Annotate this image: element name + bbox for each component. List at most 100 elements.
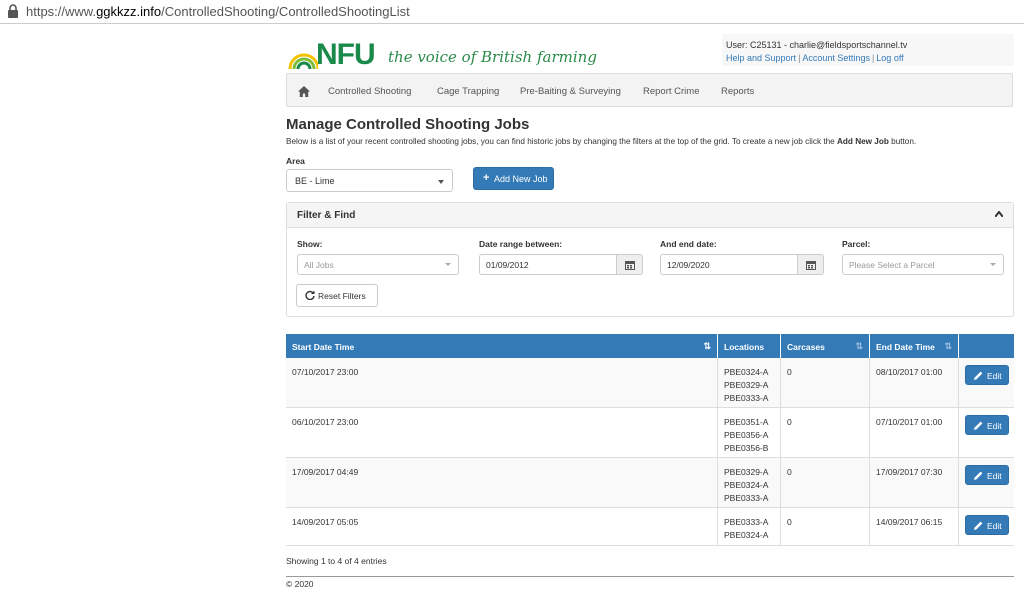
table-row: 17/09/2017 04:49 PBE0329-A PBE0324-A PBE03… [286,458,1014,508]
carcases-text: 0 [787,367,792,377]
main-nav: Controlled Shooting Cage Trapping Pre-Ba… [286,73,1013,107]
parcel-select[interactable]: Please Select a Parcel [842,254,1004,275]
col-carcases[interactable]: Carcases ⇅ [781,334,870,358]
user-info-box: User: C25131 - charlie@fieldsportschanne… [722,34,1014,66]
footer-divider [286,576,1014,577]
refresh-icon [305,290,315,300]
locations-cell: PBE0333-A PBE0324-A [718,508,781,545]
description-text: Below is a list of your recent controlle… [286,137,837,146]
date-from-calendar-button[interactable] [617,254,643,275]
date-to-input[interactable]: 12/09/2020 [660,254,798,275]
chevron-down-icon [990,263,996,266]
col-end-date[interactable]: End Date Time ⇅ [870,334,959,358]
end-date-cell: 17/09/2017 07:30 [870,458,959,507]
user-links: Help and Support | Account Settings | Log of… [726,53,904,63]
nav-reports[interactable]: Reports [721,86,754,97]
pencil-icon [974,521,983,530]
end-date-text: 08/10/2017 01:00 [876,367,943,377]
edit-button[interactable]: Edit [965,415,1009,435]
location-item: PBE0324-A [724,530,769,540]
col-locations-label: Locations [724,342,765,352]
end-date-text: 14/09/2017 06:15 [876,517,943,527]
add-new-job-label: Add New Job [494,174,548,184]
logo-text: NFU [316,38,376,71]
edit-label: Edit [987,521,1002,531]
show-label: Show: [297,239,323,249]
filter-panel: Filter & Find Show: All Jobs Date range … [286,202,1014,317]
calendar-icon [625,261,635,270]
col-start-date-label: Start Date Time [292,342,355,352]
start-date-text: 17/09/2017 04:49 [292,467,359,477]
area-value: BE - Lime [295,176,335,186]
location-item: PBE0329-A [724,380,769,390]
page-description: Below is a list of your recent controlle… [286,137,916,146]
end-date-cell: 14/09/2017 06:15 [870,508,959,545]
url-text[interactable]: https://www.ggkkzz.info/ControlledShooti… [26,4,410,19]
actions-cell: Edit [959,408,1014,457]
nav-controlled-shooting[interactable]: Controlled Shooting [328,86,411,97]
home-icon[interactable] [298,86,310,97]
date-from-input[interactable]: 01/09/2012 [479,254,617,275]
filter-panel-title: Filter & Find [297,210,356,221]
account-settings-link[interactable]: Account Settings [802,53,870,63]
url-path: /ControlledShooting/ControlledShootingLi… [161,4,410,19]
date-from-value: 01/09/2012 [486,260,529,270]
pencil-icon [974,471,983,480]
address-bar[interactable]: https://www.ggkkzz.info/ControlledShooti… [0,0,1024,24]
log-off-link[interactable]: Log off [876,53,903,63]
reset-filters-button[interactable]: Reset Filters [296,284,378,307]
actions-cell: Edit [959,458,1014,507]
col-locations[interactable]: Locations [718,334,781,358]
edit-button[interactable]: Edit [965,515,1009,535]
edit-button[interactable]: Edit [965,365,1009,385]
description-bold: Add New Job [837,137,889,146]
nav-report-crime[interactable]: Report Crime [643,86,700,97]
description-end: button. [888,137,917,146]
show-select[interactable]: All Jobs [297,254,459,275]
date-to-value: 12/09/2020 [667,260,710,270]
chevron-down-icon [445,263,451,266]
parcel-label: Parcel: [842,239,871,249]
nav-cage-trapping[interactable]: Cage Trapping [437,86,499,97]
carcases-text: 0 [787,417,792,427]
start-date-cell: 06/10/2017 23:00 [286,408,718,457]
locations-cell: PBE0351-A PBE0356-A PBE0356-B [718,408,781,457]
nfu-logo[interactable]: NFU the voice of British farming [288,38,597,72]
col-start-date[interactable]: Start Date Time ⇅ [286,334,718,358]
sort-icon: ⇅ [944,341,952,351]
plus-icon: + [483,172,490,184]
pencil-icon [974,421,983,430]
nav-pre-baiting[interactable]: Pre-Baiting & Surveying [520,86,621,97]
carcases-cell: 0 [781,408,870,457]
carcases-cell: 0 [781,458,870,507]
date-to-calendar-button[interactable] [798,254,824,275]
actions-cell: Edit [959,358,1014,407]
locations-text: PBE0333-A PBE0324-A [724,516,768,542]
start-date-text: 14/09/2017 05:05 [292,517,359,527]
sort-icon: ⇅ [703,341,711,351]
start-date-text: 06/10/2017 23:00 [292,417,359,427]
edit-button[interactable]: Edit [965,465,1009,485]
end-date-text: 17/09/2017 07:30 [876,467,943,477]
actions-cell: Edit [959,508,1014,545]
location-item: PBE0333-A [724,393,769,403]
add-new-job-button[interactable]: + Add New Job [473,167,554,190]
carcases-cell: 0 [781,508,870,545]
parcel-placeholder: Please Select a Parcel [849,260,935,270]
location-item: PBE0324-A [724,367,769,377]
col-end-date-label: End Date Time [876,342,935,352]
area-label: Area [286,156,305,166]
location-item: PBE0329-A [724,467,769,477]
start-date-cell: 14/09/2017 05:05 [286,508,718,545]
carcases-cell: 0 [781,358,870,407]
col-actions [959,334,1014,358]
location-item: PBE0324-A [724,480,769,490]
filter-panel-header[interactable]: Filter & Find [287,203,1013,228]
entries-info: Showing 1 to 4 of 4 entries [286,556,387,566]
edit-label: Edit [987,471,1002,481]
table-header: Start Date Time ⇅ Locations Carcases ⇅ E… [286,334,1014,358]
help-support-link[interactable]: Help and Support [726,53,796,63]
logo-rainbow-icon [288,53,318,69]
chevron-up-icon[interactable] [995,211,1003,217]
area-select[interactable]: BE - Lime [286,169,453,192]
